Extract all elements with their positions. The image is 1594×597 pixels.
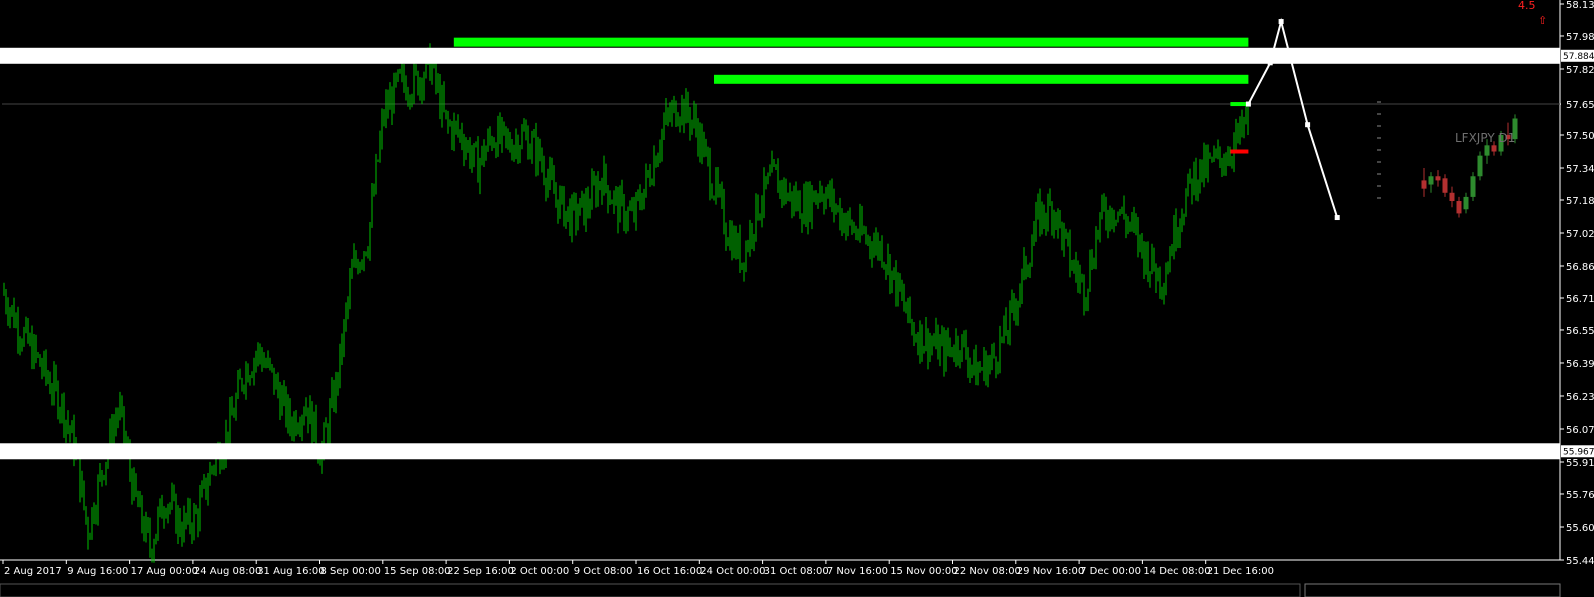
candle-body [1435,176,1441,181]
candle-body [1428,176,1434,185]
symbol-label: LFXJPY D1 [1455,131,1515,145]
scrollbar-thumb[interactable] [1304,583,1561,597]
corner-value: 4.5 [1518,0,1536,12]
x-tick-label: 14 Dec 08:00 [1143,566,1210,577]
y-tick-label: 56.710 [1566,294,1594,305]
candle-body [1484,145,1490,156]
candle-body [1470,176,1476,197]
level-lines [0,37,1560,460]
y-tick-label: 57.025 [1566,229,1594,240]
x-tick-label: 8 Sep 00:00 [321,566,381,577]
y-tick-label: 56.395 [1566,359,1594,370]
y-tick-label: 56.555 [1566,326,1594,337]
candle-body [1463,196,1469,210]
candle-body [1477,155,1483,177]
projection-point-1 [1245,101,1251,107]
projection-point-2 [1267,60,1273,66]
upper-resistance-line [453,37,1249,47]
price-axis: 58.135 57.980 57.820 57.650 57.500 57.340 57.1… [1560,0,1594,567]
x-tick-label: 21 Dec 16:00 [1207,566,1274,577]
up-arrow-icon: ⇧ [1538,14,1547,27]
y-tick-label: 55.600 [1566,523,1594,534]
time-axis: 2 Aug 2017 9 Aug 16:00 17 Aug 00:0024 Aug … [0,560,1561,597]
x-tick-label: 2 Aug 2017 [4,566,62,577]
candle-body [1456,201,1462,214]
y-tick-label: 55.915 [1566,458,1594,469]
y-tick-label: 57.820 [1566,65,1594,76]
y-tick-label: 58.135 [1566,0,1594,11]
x-tick-label: 15 Sep 08:00 [384,566,451,577]
y-tick-label: 56.235 [1566,392,1594,403]
x-tick-label: 31 Oct 08:00 [764,566,829,577]
target-marker [1230,102,1249,107]
x-tick-label: 9 Aug 16:00 [67,566,128,577]
x-tick-label: 9 Oct 08:00 [574,566,633,577]
projection-point-5 [1334,215,1340,221]
support-zone-2 [0,443,1560,460]
candle-body [1491,145,1497,152]
x-tick-label: 7 Nov 16:00 [827,566,888,577]
y-tick-label: 57.185 [1566,196,1594,207]
candle-body [1421,180,1427,189]
current-price-label: 57.650 [1566,100,1594,111]
price-tag-label: 57.884 [1563,52,1594,62]
x-tick-label: 29 Nov 16:00 [1017,566,1084,577]
x-tick-label: 31 Aug 16:00 [257,566,324,577]
x-tick-label: 22 Sep 16:00 [447,566,514,577]
x-tick-label: 15 Nov 00:00 [890,566,957,577]
y-tick-label: 57.340 [1566,164,1594,175]
projection-point-3 [1278,19,1284,25]
x-tick-label: 24 Aug 08:00 [194,566,261,577]
mini-candles [1377,101,1518,218]
y-tick-label: 56.865 [1566,262,1594,273]
chart-plot-area [0,0,1561,561]
y-tick-label: 57.980 [1566,32,1594,43]
lower-resistance-line [714,74,1249,84]
x-tick-label: 16 Oct 16:00 [637,566,702,577]
y-tick-label: 57.500 [1566,131,1594,142]
y-tick-label: 55.440 [1566,556,1594,567]
candle-body [1442,178,1448,193]
price-tag-label: 55.967 [1563,447,1594,457]
price-bars [3,43,1249,563]
x-tick-label: 2 Oct 00:00 [510,566,569,577]
bottom-scrollbar[interactable] [0,583,1301,597]
x-tick-label: 7 Dec 00:00 [1080,566,1141,577]
y-tick-label: 55.760 [1566,490,1594,501]
stop-marker [1230,149,1249,154]
support-zone-1 [0,47,1560,64]
price-chart[interactable]: 58.135 57.980 57.820 57.650 57.500 57.340 57.1… [0,0,1594,597]
x-tick-label: 17 Aug 00:00 [131,566,198,577]
y-tick-label: 56.075 [1566,425,1594,436]
projection-point-4 [1305,122,1311,128]
x-tick-label: 24 Oct 00:00 [700,566,765,577]
x-tick-label: 22 Nov 08:00 [954,566,1021,577]
candle-body [1449,192,1455,202]
